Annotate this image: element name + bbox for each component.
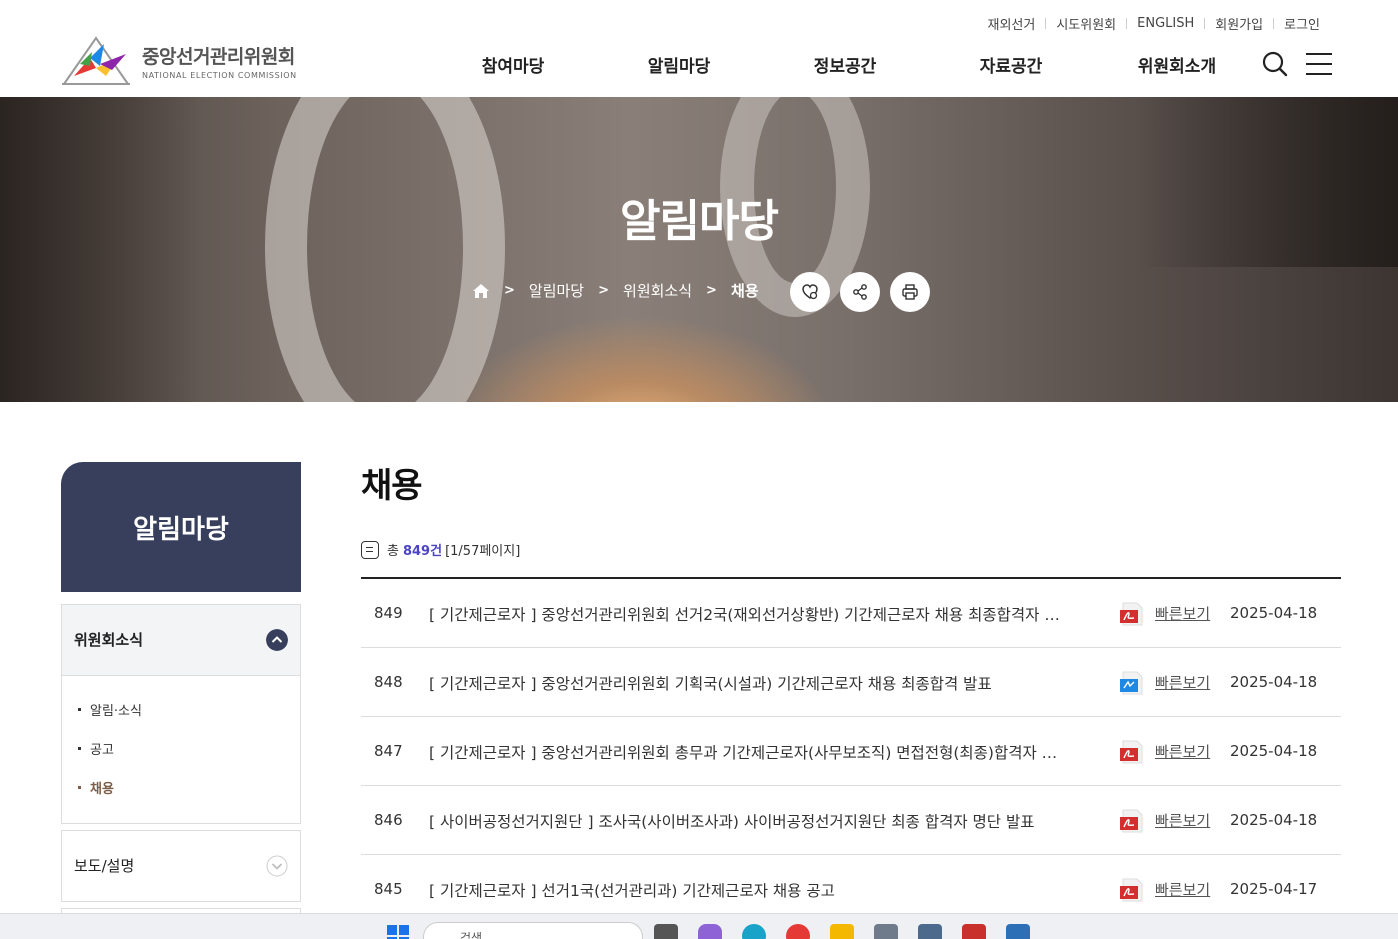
count-value: 849건 (402, 544, 443, 559)
sidebar-group-press[interactable]: 보도/설명 (61, 830, 301, 902)
pdf-icon[interactable] (1119, 601, 1145, 627)
gnb-item-info[interactable]: 정보공간 (762, 52, 928, 77)
row-number: 845 (374, 880, 403, 898)
hwp-icon[interactable] (1119, 670, 1145, 696)
util-login[interactable]: 로그인 (1274, 14, 1330, 33)
table-row[interactable]: 846 [ 사이버공정선거지원단 ] 조사국(사이버조사과) 사이버공정선거지원… (361, 786, 1341, 855)
util-regional-committee[interactable]: 시도위원회 (1046, 14, 1126, 33)
breadcrumb-committee-news[interactable]: 위원회소식 (623, 280, 692, 301)
chrome-icon[interactable] (786, 924, 810, 939)
chevron-right-icon: > (706, 283, 717, 298)
row-title-link[interactable]: [ 기간제근로자 ] 중앙선거관리위원회 총무과 기간제근로자(사무보조직) 면… (429, 741, 1069, 763)
hero-bg-shade (0, 97, 200, 402)
favorite-button[interactable] (790, 272, 830, 312)
share-icon (853, 284, 867, 300)
sidebar-item-label: 공고 (90, 743, 114, 758)
gnb-item-participation[interactable]: 참여마당 (430, 52, 596, 77)
page-title: 채용 (361, 466, 423, 506)
logo-text-en: NATIONAL ELECTION COMMISSION (142, 71, 297, 80)
notepad-icon[interactable] (1006, 924, 1030, 939)
row-date: 2025-04-18 (1230, 811, 1318, 829)
print-button[interactable] (890, 272, 930, 312)
pdf-icon[interactable] (1119, 739, 1145, 765)
hero-banner: 알림마당 > 알림마당 > 위원회소식 > 채용 (0, 97, 1398, 402)
gnb-item-archive[interactable]: 자료공간 (928, 52, 1094, 77)
home-icon[interactable] (472, 283, 490, 299)
chevron-up-icon (266, 629, 288, 651)
sidebar-item-recruitment[interactable]: 채용 (62, 778, 300, 817)
page-info: [1/57페이지] (445, 544, 521, 559)
table-row[interactable]: 848 [ 기간제근로자 ] 중앙선거관리위원회 기획국(시설과) 기간제근로자… (361, 648, 1341, 717)
sidebar-title: 알림마당 (61, 462, 301, 592)
hero-actions (790, 272, 940, 312)
chevron-right-icon: > (598, 283, 610, 298)
quick-view-button[interactable]: 빠른보기 (1155, 672, 1210, 693)
sidebar-group-label: 보도/설명 (74, 857, 135, 875)
sidebar-group-label: 위원회소식 (74, 631, 144, 649)
copilot-icon[interactable] (698, 924, 722, 939)
row-title-link[interactable]: [ 기간제근로자 ] 중앙선거관리위원회 기획국(시설과) 기간제근로자 채용 … (429, 672, 1069, 694)
row-date: 2025-04-18 (1230, 604, 1318, 622)
os-taskbar: 검색 (0, 913, 1398, 939)
quick-view-button[interactable]: 빠른보기 (1155, 810, 1210, 831)
sidebar-item-label: 채용 (90, 782, 114, 797)
row-number: 846 (374, 811, 403, 829)
util-overseas-election[interactable]: 재외선거 (977, 14, 1045, 33)
share-button[interactable] (840, 272, 880, 312)
print-icon (902, 284, 918, 300)
quick-view-button[interactable]: 빠른보기 (1155, 603, 1210, 624)
row-number: 849 (374, 604, 403, 622)
chevron-down-icon (266, 855, 288, 877)
breadcrumb: > 알림마당 > 위원회소식 > 채용 (472, 280, 759, 301)
sidebar-submenu: 알림·소식 공고 채용 (61, 676, 301, 824)
row-number: 847 (374, 742, 403, 760)
count-prefix: 총 (387, 544, 399, 559)
taskbar-search-input[interactable]: 검색 (423, 922, 643, 939)
gnb-item-about[interactable]: 위원회소개 (1094, 52, 1260, 77)
utility-nav: 재외선거 시도위원회 ENGLISH 회원가입 로그인 (977, 14, 1330, 33)
sidebar-group-committee-news[interactable]: 위원회소식 (61, 604, 301, 676)
task-view-icon[interactable] (654, 924, 678, 939)
nec-emblem-icon (62, 36, 130, 85)
breadcrumb-current: 채용 (730, 282, 759, 300)
row-title-link[interactable]: [ 기간제근로자 ] 중앙선거관리위원회 선거2국(재외선거상황반) 기간제근로… (429, 603, 1069, 625)
hero-bg-shape (265, 97, 505, 402)
file-explorer-icon[interactable] (830, 924, 854, 939)
row-date: 2025-04-18 (1230, 673, 1318, 691)
breadcrumb-notice[interactable]: 알림마당 (529, 280, 584, 301)
row-title-link[interactable]: [ 사이버공정선거지원단 ] 조사국(사이버조사과) 사이버공정선거지원단 최종… (429, 810, 1069, 832)
table-row[interactable]: 847 [ 기간제근로자 ] 중앙선거관리위원회 총무과 기간제근로자(사무보조… (361, 717, 1341, 786)
sidebar-item-news[interactable]: 알림·소식 (62, 700, 300, 739)
util-english[interactable]: ENGLISH (1127, 16, 1204, 31)
list-icon (361, 540, 379, 559)
search-icon[interactable] (1262, 51, 1288, 77)
edge-icon[interactable] (742, 924, 766, 939)
table-row[interactable]: 849 [ 기간제근로자 ] 중앙선거관리위원회 선거2국(재외선거상황반) 기… (361, 579, 1341, 648)
camera-icon[interactable] (874, 924, 898, 939)
main-nav: 참여마당 알림마당 정보공간 자료공간 위원회소개 (430, 52, 1260, 77)
sidebar-item-label: 알림·소식 (90, 704, 142, 719)
favorite-icon (802, 284, 818, 300)
total-count: 총 849건 [1/57페이지] (361, 540, 520, 559)
row-number: 848 (374, 673, 403, 691)
pdf-icon[interactable] (1119, 877, 1145, 903)
util-signup[interactable]: 회원가입 (1205, 14, 1273, 33)
row-title-link[interactable]: [ 기간제근로자 ] 선거1국(선거관리과) 기간제근로자 채용 공고 (429, 879, 1069, 901)
sidebar-item-announcement[interactable]: 공고 (62, 739, 300, 778)
site-logo[interactable]: 중앙선거관리위원회 NATIONAL ELECTION COMMISSION (60, 34, 300, 88)
chevron-right-icon: > (504, 283, 515, 298)
calculator-icon[interactable] (918, 924, 942, 939)
gnb-item-notice[interactable]: 알림마당 (596, 52, 762, 77)
menu-icon[interactable] (1306, 53, 1332, 75)
logo-text-ko: 중앙선거관리위원회 (142, 46, 295, 68)
quick-view-button[interactable]: 빠른보기 (1155, 741, 1210, 762)
row-date: 2025-04-17 (1230, 880, 1318, 898)
board-list: 849 [ 기간제근로자 ] 중앙선거관리위원회 선거2국(재외선거상황반) 기… (361, 577, 1341, 924)
quick-view-button[interactable]: 빠른보기 (1155, 879, 1210, 900)
snipping-tool-icon[interactable] (962, 924, 986, 939)
row-date: 2025-04-18 (1230, 742, 1318, 760)
pdf-icon[interactable] (1119, 808, 1145, 834)
windows-start-icon[interactable] (386, 924, 410, 939)
hero-title: 알림마당 (620, 196, 779, 247)
